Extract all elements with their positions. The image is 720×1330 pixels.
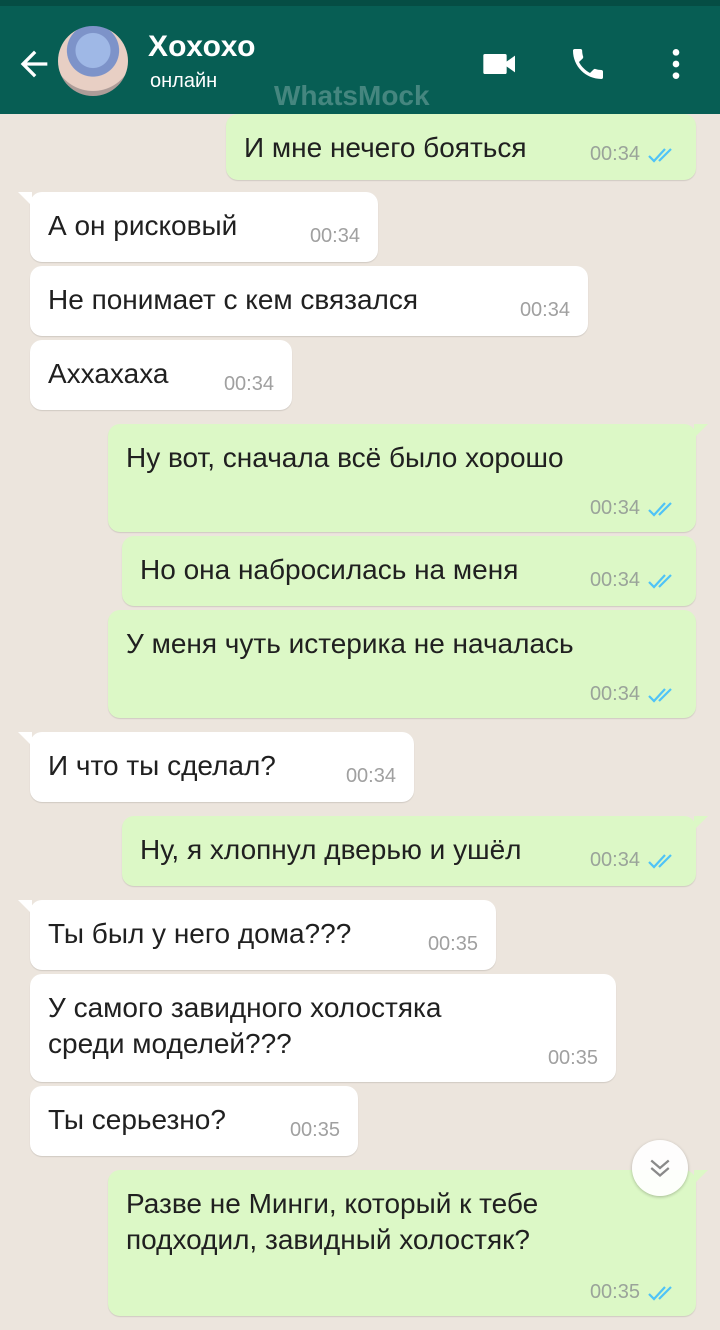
bubble-tail — [694, 816, 708, 830]
message-text: У самого завидного холостяка среди модел… — [48, 992, 442, 1059]
outgoing-message[interactable]: Но она набросилась на меня 00:34 — [122, 536, 696, 606]
bubble-tail — [18, 900, 32, 914]
message-meta: 00:34 — [590, 569, 678, 592]
read-ticks-icon — [648, 573, 672, 589]
read-ticks-icon — [648, 147, 672, 163]
bubble-tail — [18, 192, 32, 206]
contact-name[interactable]: Хохохо — [148, 30, 256, 64]
read-ticks-icon — [648, 1285, 672, 1301]
video-call-icon[interactable] — [480, 44, 520, 84]
message-time: 00:34 — [589, 849, 640, 871]
outgoing-message[interactable]: У меня чуть истерика не началась 00:34 — [108, 610, 696, 718]
outgoing-message[interactable]: Разве не Минги, который к тебе подходил,… — [108, 1170, 708, 1316]
message-text: Ты был у него дома??? — [48, 918, 352, 949]
scroll-to-bottom-button[interactable] — [632, 1140, 688, 1196]
incoming-message[interactable]: И что ты сделал? 00:34 — [18, 732, 414, 802]
message-meta: 00:34 — [346, 765, 396, 788]
incoming-message[interactable]: Не понимает с кем связался 00:34 — [30, 266, 588, 336]
message-meta: 00:34 — [224, 373, 274, 396]
message-meta: 00:34 — [590, 143, 678, 166]
incoming-message[interactable]: Ты серьезно? 00:35 — [30, 1086, 358, 1156]
message-time: 00:34 — [309, 225, 360, 247]
watermark: WhatsMock — [274, 80, 430, 111]
bubble-tail — [18, 732, 32, 746]
message-time: 00:34 — [589, 569, 640, 591]
incoming-message[interactable]: А он рисковый 00:34 — [18, 192, 378, 262]
back-arrow-icon[interactable] — [14, 44, 54, 84]
message-time: 00:34 — [223, 373, 274, 395]
incoming-message[interactable]: У самого завидного холостяка среди модел… — [30, 974, 616, 1082]
message-time: 00:34 — [589, 683, 640, 705]
message-text: И что ты сделал? — [48, 750, 276, 781]
outgoing-message[interactable]: И мне нечего бояться 00:34 — [226, 114, 696, 180]
message-meta: 00:34 — [310, 225, 360, 248]
message-time: 00:35 — [589, 1281, 640, 1303]
message-meta: 00:34 — [590, 849, 678, 872]
incoming-message[interactable]: Ты был у него дома??? 00:35 — [18, 900, 496, 970]
message-time: 00:35 — [427, 933, 478, 955]
message-time: 00:35 — [547, 1047, 598, 1069]
message-time: 00:34 — [589, 143, 640, 165]
message-meta: 00:35 — [548, 1047, 598, 1070]
avatar[interactable] — [58, 26, 128, 96]
contact-status: онлайн — [150, 70, 218, 92]
bubble-tail — [694, 424, 708, 438]
incoming-message[interactable]: Аххахаха 00:34 — [30, 340, 292, 410]
message-time: 00:34 — [345, 765, 396, 787]
message-time: 00:34 — [589, 497, 640, 519]
message-meta: 00:34 — [520, 299, 570, 322]
read-ticks-icon — [648, 501, 672, 517]
phone-icon[interactable] — [568, 44, 608, 84]
message-text: Не понимает с кем связался — [48, 284, 419, 315]
chat-area[interactable]: И мне нечего бояться 00:34 А он рисковый 00… — [0, 114, 720, 1330]
outgoing-message[interactable]: Ну вот, сначала всё было хорошо 00:34 — [108, 424, 708, 532]
message-text: Ну вот, сначала всё было хорошо — [126, 442, 564, 473]
outgoing-message[interactable]: Ну, я хлопнул дверью и ушёл 00:34 — [122, 816, 708, 886]
message-time: 00:35 — [289, 1119, 340, 1141]
message-meta: 00:35 — [290, 1119, 340, 1142]
message-meta: 00:34 — [590, 497, 678, 520]
read-ticks-icon — [648, 687, 672, 703]
bubble-tail — [694, 1170, 708, 1184]
more-vert-icon[interactable] — [656, 44, 696, 84]
message-meta: 00:35 — [590, 1281, 678, 1304]
message-text: Разве не Минги, который к тебе подходил,… — [126, 1188, 539, 1255]
message-meta: 00:34 — [590, 683, 678, 706]
message-meta: 00:35 — [428, 933, 478, 956]
message-text: У меня чуть истерика не началась — [126, 628, 574, 659]
read-ticks-icon — [648, 853, 672, 869]
chevron-double-down-icon — [650, 1159, 670, 1177]
message-time: 00:34 — [519, 299, 570, 321]
chat-header: Хохохо онлайн WhatsMock — [0, 6, 720, 114]
